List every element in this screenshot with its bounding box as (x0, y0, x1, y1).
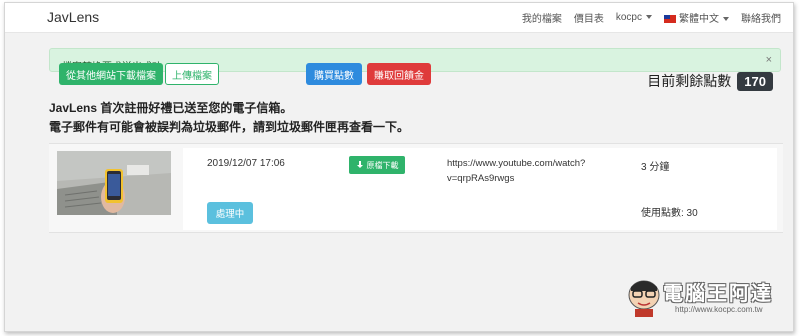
earn-rebate-button[interactable]: 賺取回饋金 (367, 63, 431, 85)
close-icon[interactable]: × (766, 54, 772, 66)
watermark-url: http://www.kocpc.com.tw (675, 305, 763, 314)
points-label: 目前剩餘點數 (647, 73, 732, 89)
watermark: 電腦王阿達 http://www.kocpc.com.tw (625, 273, 793, 329)
thumbnail-image (57, 151, 171, 215)
watermark-title: 電腦王阿達 (663, 283, 773, 305)
language-dropdown[interactable]: 繁體中文 (664, 10, 729, 25)
taiwan-flag-icon (664, 15, 676, 24)
user-dropdown[interactable]: kocpc (616, 12, 652, 23)
app-window: JavLens 我的檔案 價目表 kocpc 繁體中文 聯絡我們 檔案轉換要求送… (4, 2, 794, 332)
video-thumbnail[interactable] (57, 151, 171, 215)
top-navbar: JavLens 我的檔案 價目表 kocpc 繁體中文 聯絡我們 (5, 3, 793, 33)
download-label: 原檔下載 (366, 160, 399, 170)
notice-line-1: JavLens 首次註冊好禮已送至您的電子信箱。 (49, 101, 293, 115)
language-label: 繁體中文 (679, 14, 719, 25)
user-name: kocpc (615, 12, 642, 23)
nav-contact[interactable]: 聯絡我們 (741, 10, 781, 25)
mascot-logo-icon (628, 280, 660, 317)
download-from-other-site-button[interactable]: 從其他網站下載檔案 (59, 63, 163, 85)
points-used: 使用點數: 30 (641, 208, 698, 219)
job-date: 2019/12/07 17:06 (207, 158, 285, 169)
notice-line-2: 電子郵件有可能會被誤判為垃圾郵件，請到垃圾郵件匣再查看一下。 (49, 120, 410, 134)
chevron-down-icon (723, 17, 729, 22)
job-card: 2019/12/07 17:06 原檔下載 https://www.youtub… (49, 143, 783, 233)
chevron-down-icon (646, 15, 652, 20)
original-download-button[interactable]: 原檔下載 (349, 156, 405, 174)
nav-my-files[interactable]: 我的檔案 (522, 10, 562, 25)
nav-links: 我的檔案 價目表 kocpc 繁體中文 聯絡我們 (522, 10, 781, 25)
nav-pricing[interactable]: 價目表 (574, 10, 604, 25)
points-display: 目前剩餘點數 170 (647, 71, 773, 91)
job-url: https://www.youtube.com/watch?v=qrpRAs9r… (447, 158, 586, 184)
brand-logo[interactable]: JavLens (47, 9, 99, 25)
points-badge: 170 (737, 71, 773, 91)
job-detail: 2019/12/07 17:06 原檔下載 https://www.youtub… (183, 148, 777, 230)
registration-notice: JavLens 首次註冊好禮已送至您的電子信箱。 電子郵件有可能會被誤判為垃圾郵… (49, 99, 409, 137)
upload-file-button[interactable]: 上傳檔案 (165, 63, 219, 85)
download-icon (356, 161, 363, 168)
buy-points-button[interactable]: 購買點數 (306, 63, 362, 85)
processing-status-button[interactable]: 處理中 (207, 202, 253, 224)
job-duration: 3 分鐘 (641, 162, 670, 173)
